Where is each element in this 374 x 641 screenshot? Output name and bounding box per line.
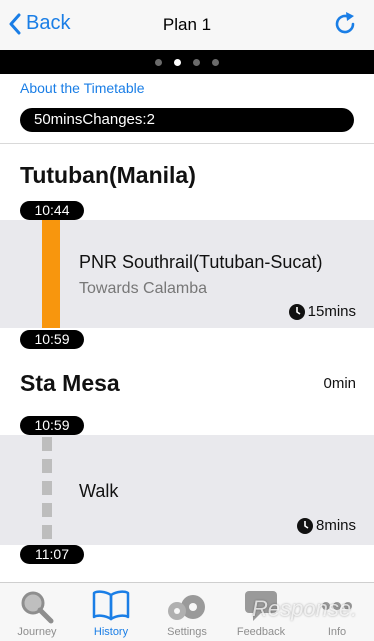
summary-changes: Changes:2: [82, 111, 155, 128]
tab-settings[interactable]: Settings: [150, 583, 224, 641]
watermark: Response.: [252, 596, 358, 621]
tab-history[interactable]: History: [74, 583, 148, 641]
page-dot: [212, 59, 219, 66]
magnifier-icon: [21, 591, 54, 624]
clock-icon: [296, 517, 313, 534]
segment-duration: 15mins: [288, 303, 356, 320]
about-timetable-link[interactable]: About the Timetable: [20, 80, 145, 96]
station-wait-time: 0min: [323, 375, 356, 392]
line-direction: Towards Calamba: [79, 280, 208, 297]
tab-label: Journey: [17, 626, 57, 638]
page-dot: [155, 59, 162, 66]
page-dot: [193, 59, 200, 66]
walk-dash-bar: [42, 437, 52, 545]
duration-text: 15mins: [307, 303, 356, 320]
tab-label: Info: [327, 626, 347, 638]
book-icon: [92, 590, 130, 621]
train-segment[interactable]: PNR Southrail(Tutuban-Sucat) Towards Cal…: [0, 220, 374, 328]
summary-duration: 50mins: [34, 111, 83, 128]
refresh-icon: [335, 12, 355, 34]
divider: [0, 143, 374, 144]
tab-label: History: [93, 626, 129, 638]
tab-label: Settings: [167, 626, 207, 638]
clock-icon: [288, 303, 305, 320]
line-name: Walk: [79, 481, 119, 501]
line-color-bar: [42, 220, 60, 328]
route-summary: 50minsChanges:2: [20, 108, 354, 132]
refresh-button[interactable]: [332, 11, 358, 42]
departure-time: 10:44: [20, 201, 84, 220]
segment-duration: 8mins: [296, 517, 356, 534]
arrival-time: 11:07: [20, 545, 84, 564]
tab-journey[interactable]: Journey: [0, 583, 74, 641]
line-name: PNR Southrail(Tutuban-Sucat): [79, 252, 323, 272]
arrival-time: 10:59: [20, 330, 84, 349]
walk-segment[interactable]: Walk 8mins: [0, 435, 374, 545]
gears-icon: [168, 595, 205, 620]
departure-time: 10:59: [20, 416, 84, 435]
station-name: Sta Mesa: [20, 370, 120, 396]
page-title: Plan 1: [162, 15, 212, 34]
duration-text: 8mins: [315, 517, 356, 534]
station-name: Tutuban(Manila): [20, 162, 196, 188]
tab-label: Feedback: [236, 626, 286, 638]
page-indicator[interactable]: [0, 50, 374, 74]
page-dot-active: [174, 59, 181, 66]
nav-bar: Back Plan 1: [0, 0, 374, 50]
